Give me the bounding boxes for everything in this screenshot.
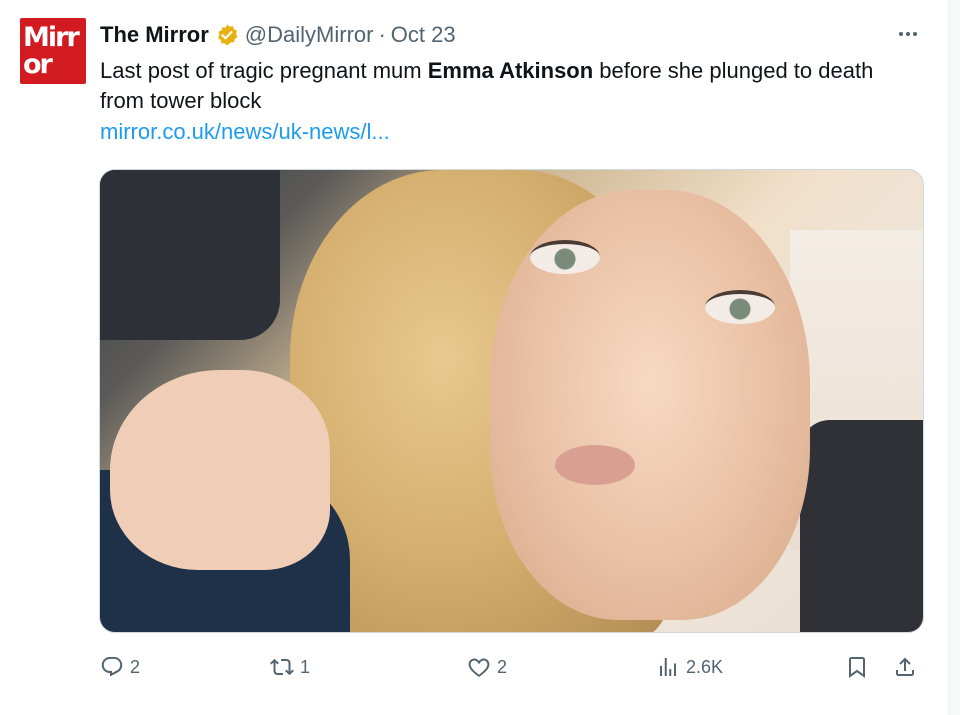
- tweet-actions: 2 1 2 2.6K: [100, 650, 924, 684]
- photo-lips: [555, 445, 635, 485]
- retweet-icon: [270, 658, 294, 676]
- like-button[interactable]: 2: [467, 650, 507, 684]
- verified-badge-icon[interactable]: [215, 23, 239, 47]
- separator-dot: ·: [378, 22, 386, 47]
- share-icon: [896, 657, 914, 676]
- views-count: 2.6K: [686, 656, 724, 677]
- account-name[interactable]: The Mirror: [100, 22, 209, 48]
- tweet-photo[interactable]: [99, 169, 924, 633]
- like-icon: [468, 658, 490, 677]
- page-gutter: [949, 0, 960, 715]
- views-button[interactable]: 2.6K: [656, 650, 723, 684]
- retweet-button[interactable]: 1: [270, 650, 310, 684]
- tweet-text-bold: Emma Atkinson: [427, 58, 594, 83]
- views-icon: [660, 658, 676, 676]
- photo-background-dark: [800, 420, 923, 632]
- like-count: 2: [497, 656, 508, 677]
- share-button[interactable]: [893, 650, 917, 684]
- avatar-logo-text-2: or: [23, 49, 53, 80]
- reply-button[interactable]: 2: [100, 650, 140, 684]
- bookmark-icon: [849, 657, 865, 678]
- photo-eye-right: [705, 290, 775, 324]
- tweet-header: The Mirror @DailyMirror · Oct 23: [100, 20, 456, 50]
- more-icon[interactable]: [893, 22, 923, 46]
- tweet-text-start: Last post of tragic pregnant mum: [100, 58, 428, 83]
- bookmark-button[interactable]: [845, 650, 869, 684]
- reply-icon: [101, 657, 123, 677]
- tweet-text: Last post of tragic pregnant mum Emma At…: [100, 56, 920, 116]
- avatar[interactable]: Mirr or: [20, 18, 86, 84]
- avatar-logo-text-1: Mirr: [23, 22, 80, 53]
- reply-count: 2: [130, 656, 141, 677]
- photo-eye-left: [530, 240, 600, 274]
- retweet-count: 1: [300, 656, 311, 677]
- photo-headrest: [100, 170, 280, 340]
- photo-hand: [110, 370, 330, 570]
- account-handle[interactable]: @DailyMirror: [245, 22, 374, 48]
- tweet-date[interactable]: Oct 23: [391, 22, 456, 48]
- tweet-link[interactable]: mirror.co.uk/news/uk-news/l...: [100, 119, 390, 145]
